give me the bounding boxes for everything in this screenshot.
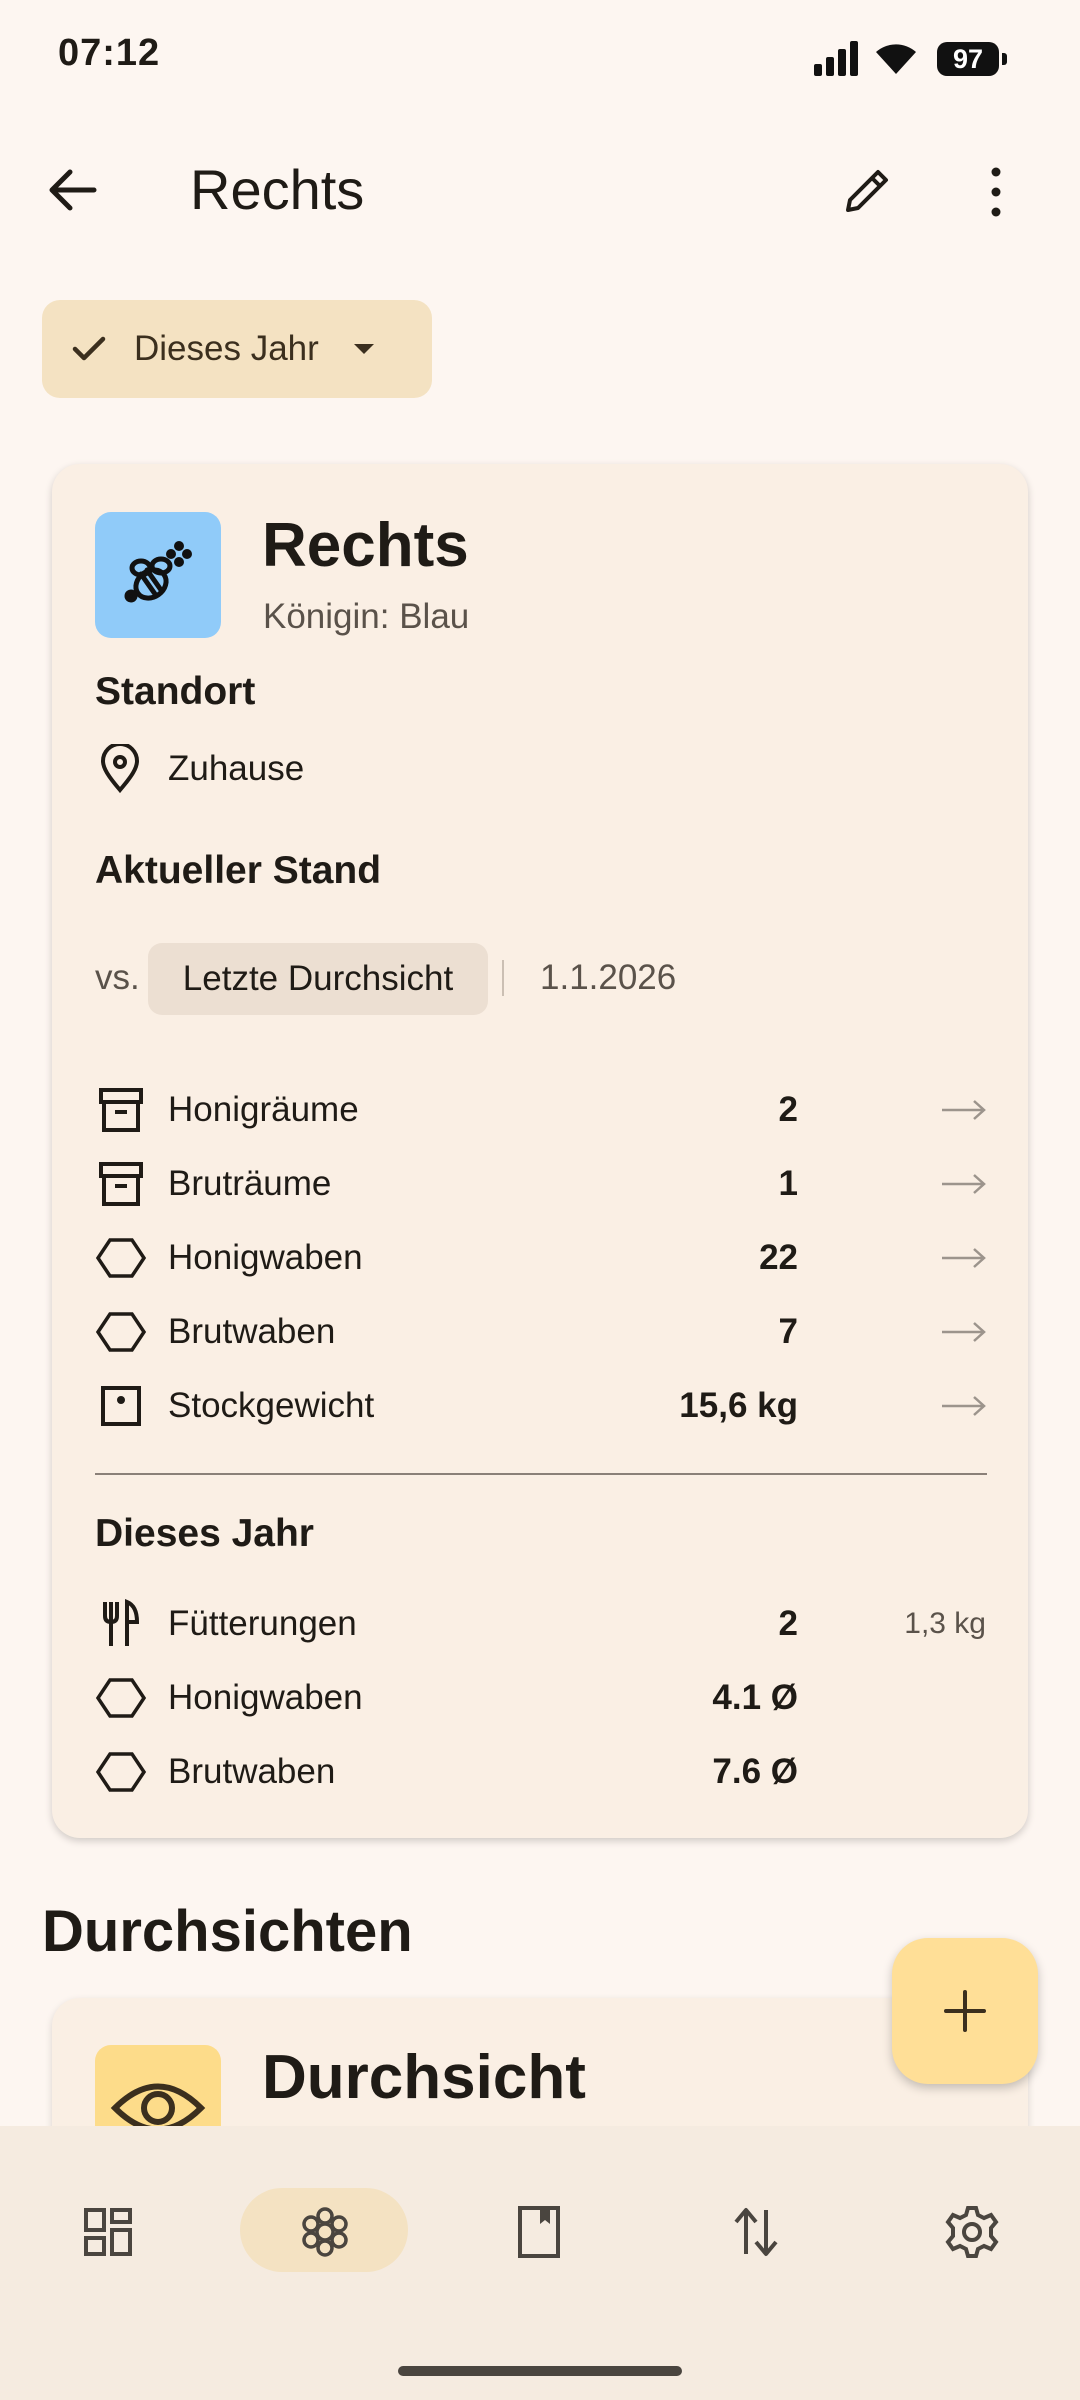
- arrow-right-icon: [942, 1322, 986, 1342]
- row-value: 2: [778, 1090, 798, 1129]
- row-label: Fütterungen: [168, 1604, 357, 1643]
- hive-icon[interactable]: [297, 2204, 353, 2260]
- current-status-heading: Aktueller Stand: [95, 849, 382, 892]
- book-icon[interactable]: [514, 2204, 564, 2260]
- plus-icon: [944, 1990, 986, 2032]
- bee-icon: [124, 541, 192, 603]
- fork-knife-icon: [103, 1599, 140, 1646]
- arrow-right-icon: [942, 1248, 986, 1268]
- status-time: 07:12: [58, 32, 161, 74]
- check-icon: [72, 336, 106, 361]
- row-value: 4.1 Ø: [712, 1678, 798, 1717]
- queen-label: Königin: Blau: [263, 597, 470, 636]
- row-value: 15,6 kg: [679, 1386, 798, 1425]
- row-value: 2: [778, 1604, 798, 1643]
- add-inspection-button[interactable]: [892, 1938, 1038, 2084]
- dashboard-icon[interactable]: [82, 2206, 134, 2258]
- row-label: Honigwaben: [168, 1678, 363, 1717]
- row-label: Brutwaben: [168, 1312, 336, 1351]
- wifi-icon: [876, 44, 916, 74]
- location-pin-icon: [100, 744, 140, 794]
- row-label: Bruträume: [168, 1164, 332, 1203]
- row-label: Stockgewicht: [168, 1386, 375, 1425]
- row-label: Honigräume: [168, 1090, 359, 1129]
- feeding-amount: 1,3 kg: [904, 1607, 986, 1640]
- settings-icon[interactable]: [944, 2204, 1000, 2260]
- archive-box-icon: [99, 1162, 143, 1206]
- back-arrow-icon[interactable]: [44, 166, 100, 214]
- chip-label: Dieses Jahr: [134, 329, 319, 368]
- edit-pencil-icon[interactable]: [840, 162, 896, 218]
- battery-indicator: 97: [937, 42, 1007, 76]
- compare-chip-label: Letzte Durchsicht: [182, 959, 454, 998]
- row-value: 22: [759, 1238, 798, 1277]
- hexagon-icon: [95, 1312, 147, 1352]
- hive-avatar: [95, 512, 221, 638]
- separator: [502, 960, 504, 996]
- vs-label: vs.: [95, 958, 140, 997]
- arrow-right-icon: [942, 1174, 986, 1194]
- archive-box-icon: [99, 1088, 143, 1132]
- compare-date: 1.1.2026: [540, 958, 677, 997]
- dropdown-arrow-icon: [353, 344, 374, 354]
- inspections-heading: Durchsichten: [42, 1899, 413, 1964]
- more-vert-icon[interactable]: [980, 164, 1012, 220]
- divider: [95, 1473, 987, 1475]
- row-label: Brutwaben: [168, 1752, 336, 1791]
- row-label: Honigwaben: [168, 1238, 363, 1277]
- hexagon-icon: [95, 1752, 147, 1792]
- page-title: Rechts: [190, 158, 365, 221]
- hexagon-icon: [95, 1678, 147, 1718]
- inspection-title: Durchsicht: [262, 2043, 586, 2112]
- location-heading: Standort: [95, 670, 256, 713]
- hexagon-icon: [95, 1238, 147, 1278]
- row-value: 7.6 Ø: [712, 1752, 798, 1791]
- this-year-heading: Dieses Jahr: [95, 1512, 314, 1555]
- year-filter-chip[interactable]: Dieses Jahr: [42, 300, 432, 398]
- home-indicator: [398, 2366, 682, 2376]
- location-value: Zuhause: [168, 749, 305, 788]
- arrow-right-icon: [942, 1100, 986, 1120]
- scale-icon: [101, 1386, 141, 1426]
- arrow-right-icon: [942, 1396, 986, 1416]
- bottom-navigation: [0, 2126, 1080, 2400]
- compare-chip[interactable]: Letzte Durchsicht: [148, 943, 488, 1015]
- row-value: 7: [778, 1312, 798, 1351]
- transfer-icon[interactable]: [730, 2204, 782, 2260]
- signal-icon: [814, 41, 858, 76]
- row-value: 1: [778, 1164, 798, 1203]
- hive-name: Rechts: [262, 511, 469, 580]
